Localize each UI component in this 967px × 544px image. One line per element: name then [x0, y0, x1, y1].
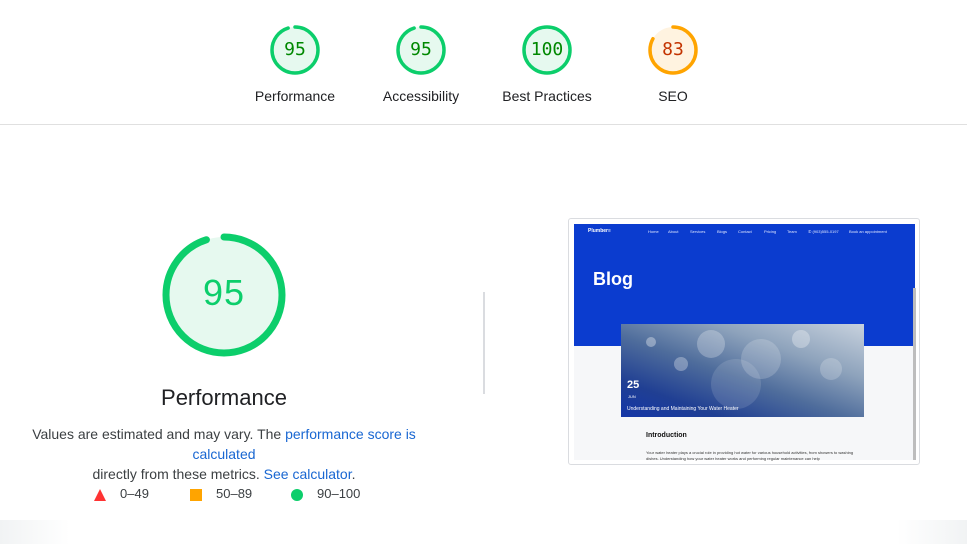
hero-date-day: 25: [627, 379, 640, 391]
legend-range: 90–100: [317, 486, 361, 501]
gauge-performance[interactable]: 95 Performance: [230, 24, 360, 104]
gauge-ring: 83: [647, 24, 699, 76]
gauge-seo[interactable]: 83 SEO: [608, 24, 738, 104]
screenshot-intro-text: Your water heater plays a crucial role i…: [646, 450, 854, 461]
screenshot-nav-item: Home: [648, 229, 659, 234]
section-divider: [483, 292, 485, 394]
screenshot-nav-item: Blogs: [717, 229, 728, 234]
performance-description: Values are estimated and may vary. The p…: [14, 424, 434, 484]
gauge-ring: 95: [269, 24, 321, 76]
legend-range: 50–89: [216, 486, 253, 501]
bottom-right-fade: [897, 520, 967, 544]
performance-title: Performance: [161, 385, 287, 410]
gauge-label: Performance: [254, 88, 336, 104]
screenshot-nav-item: Services: [690, 229, 706, 234]
legend-range: 0–49: [120, 486, 149, 501]
gauge-label: Accessibility: [382, 88, 460, 104]
screenshot-hero-image: 25 JUN Understanding and Maintaining You…: [621, 324, 864, 417]
gauge-score: 95: [410, 39, 432, 60]
desc-text: directly from these metrics.: [92, 466, 264, 482]
screenshot-nav-item: Team: [787, 229, 797, 234]
screenshot-scrollbar: [913, 288, 916, 460]
desc-text: .: [351, 466, 356, 482]
score-summary-bar: 95 Performance 95 Accessibility 100 Best…: [0, 0, 967, 125]
screenshot-nav-cta: Book an appointment: [849, 229, 887, 234]
screenshot-nav-item: Pricing: [764, 229, 777, 234]
gauge-label: Best Practices: [502, 88, 592, 104]
screenshot-intro-heading: Introduction: [646, 432, 687, 439]
triangle-icon: [94, 489, 106, 501]
screenshot-logo: Plumber≡: [588, 228, 611, 234]
score-scale-legend: 0–49 50–89 90–100: [0, 486, 450, 504]
screenshot-blog-title: Blog: [593, 269, 633, 289]
hero-bubbles: [646, 330, 842, 409]
gauge-best-practices[interactable]: 100 Best Practices: [482, 24, 612, 104]
screenshot-nav-phone: ✆ (903)555-0197: [808, 229, 839, 234]
gauge-score: 83: [662, 39, 684, 60]
desc-text: Values are estimated and may vary. The: [32, 426, 286, 442]
screenshot-nav-item: About: [668, 229, 679, 234]
gauge-score: 95: [284, 39, 306, 60]
gauge-score: 100: [530, 39, 564, 60]
screenshot-nav-item: Contact: [738, 229, 752, 234]
hero-caption: Understanding and Maintaining Your Water…: [627, 406, 739, 412]
gauge-accessibility[interactable]: 95 Accessibility: [356, 24, 486, 104]
gauge-ring: 100: [521, 24, 573, 76]
performance-gauge-large: 95: [160, 231, 288, 359]
circle-icon: [291, 489, 303, 501]
square-icon: [190, 489, 202, 501]
final-screenshot-thumbnail[interactable]: Plumber≡ Home About Services Blogs Conta…: [568, 218, 920, 465]
see-calculator-link[interactable]: See calculator: [264, 466, 352, 482]
performance-score: 95: [202, 272, 246, 313]
gauge-ring: 95: [395, 24, 447, 76]
hero-date-month: JUN: [628, 394, 636, 399]
bottom-left-fade: [0, 520, 70, 544]
gauge-label: SEO: [658, 88, 688, 104]
screenshot-phone: (903)555-0197: [812, 229, 839, 234]
